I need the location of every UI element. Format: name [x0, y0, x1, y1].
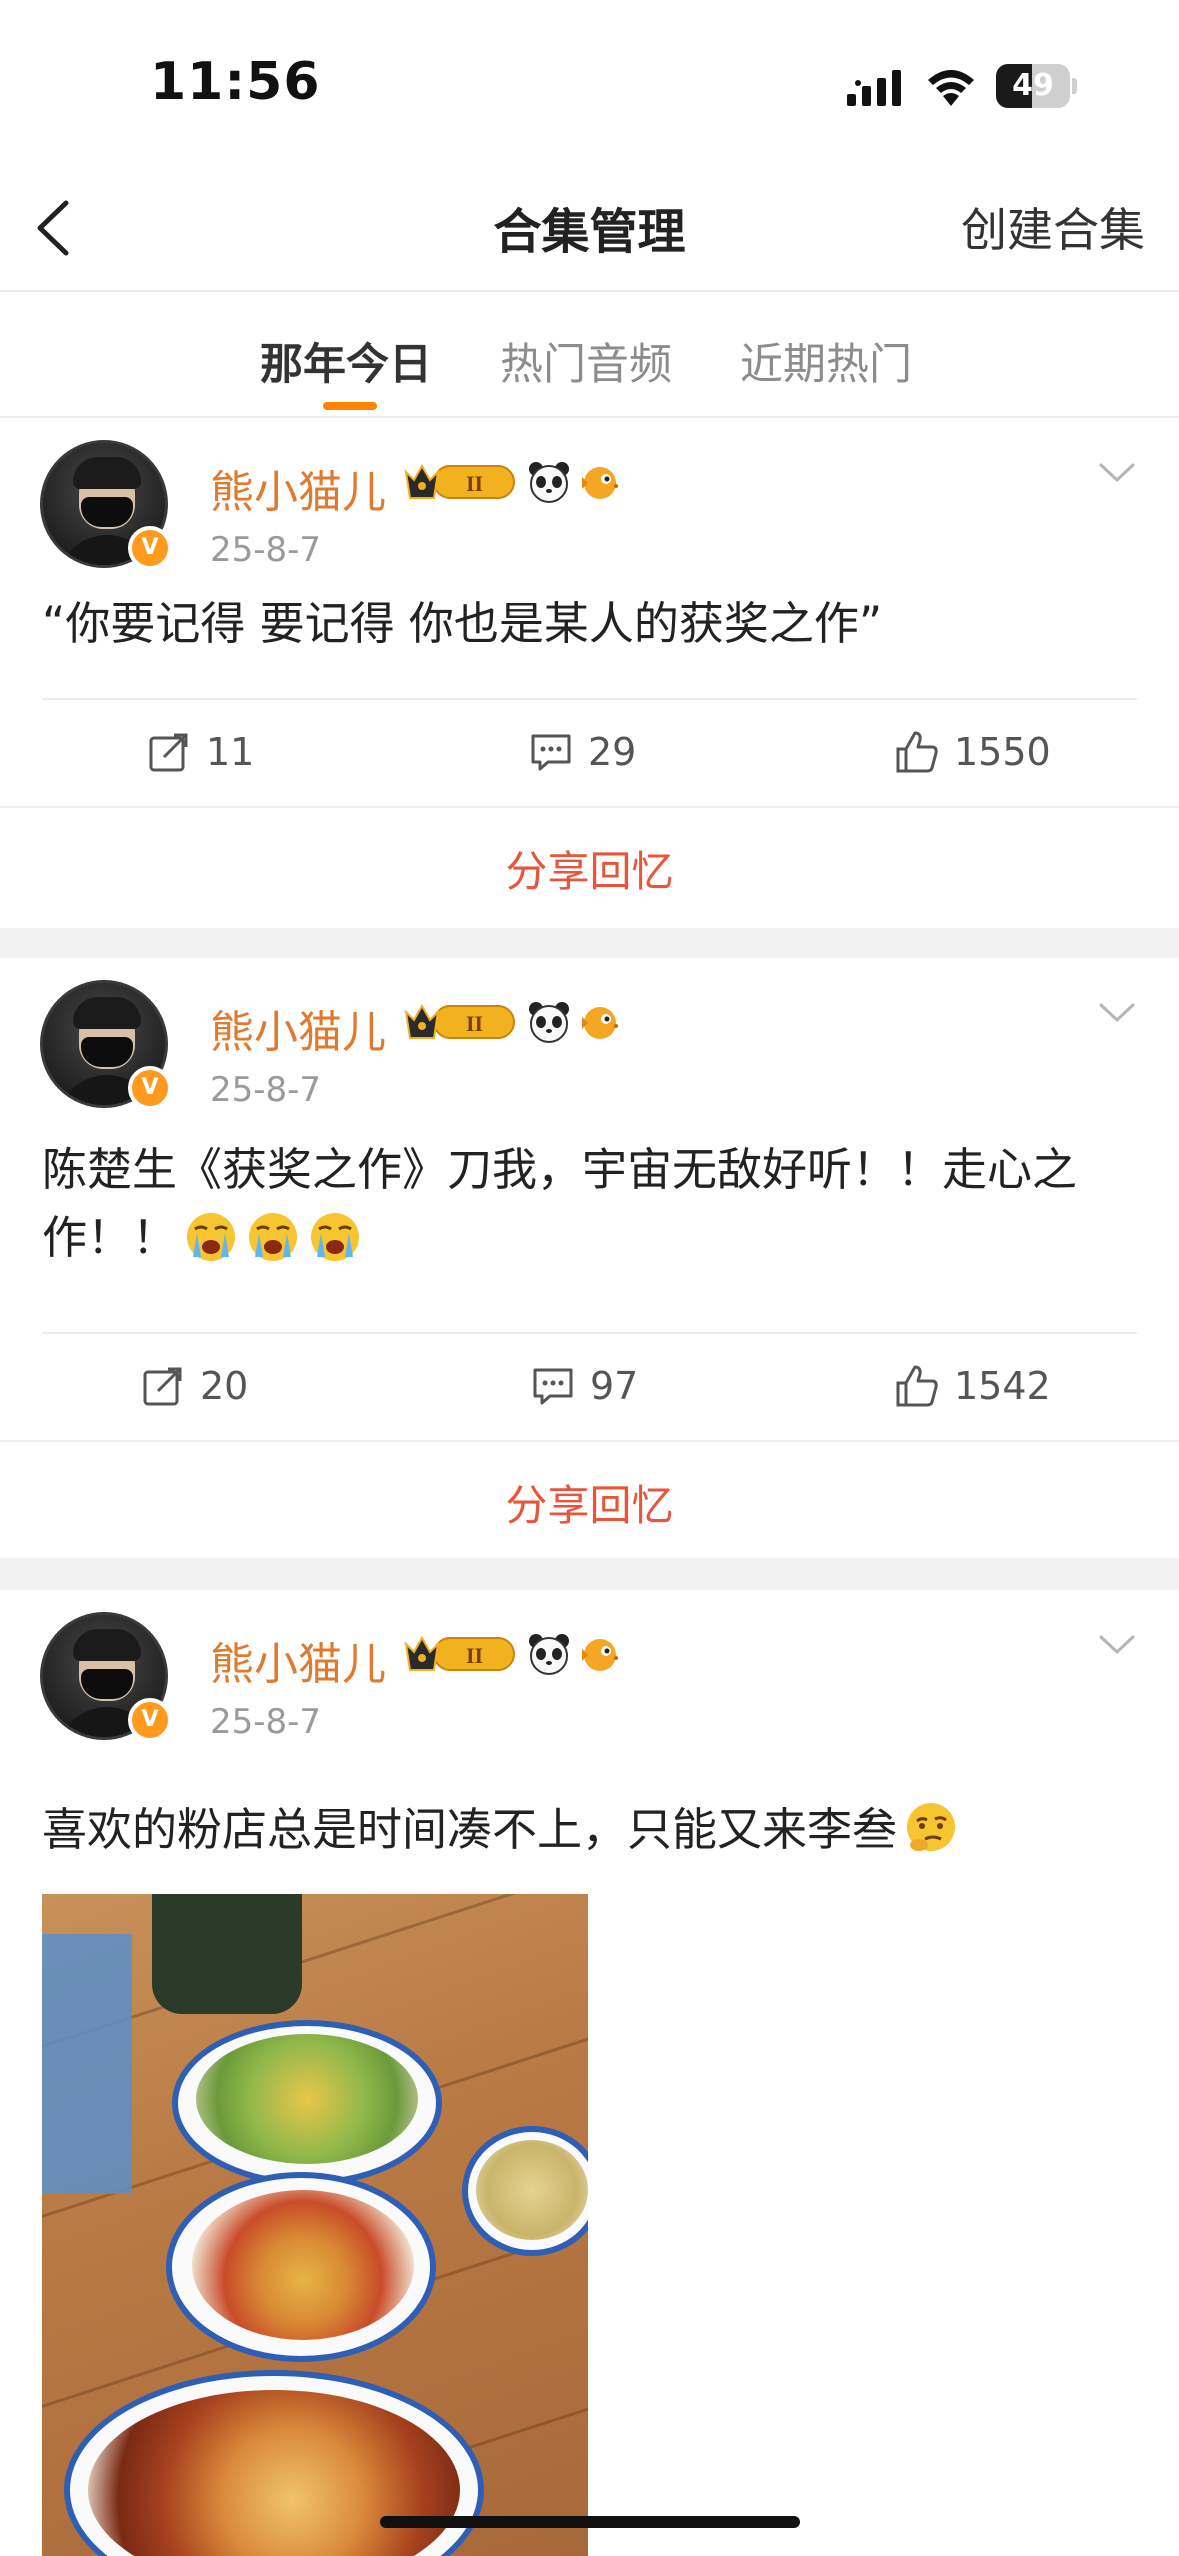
comment-count: 29	[588, 730, 637, 774]
post-card[interactable]: V 熊小猫儿 II 25-8-7 喜欢的粉店总是时间凑不上，只能又来李叁	[0, 1590, 1179, 2556]
svg-text:II: II	[466, 471, 483, 496]
user-badges: II	[404, 998, 624, 1046]
chevron-down-icon[interactable]	[1097, 1632, 1137, 1658]
crying-face-icon	[187, 1213, 236, 1261]
repost-count: 11	[206, 730, 255, 774]
battery-percent: 49	[1012, 68, 1054, 103]
tab-bar: 那年今日 热门音频 近期热门	[0, 294, 1179, 418]
food-photo[interactable]	[42, 1894, 588, 2556]
pufferfish-icon	[582, 1639, 618, 1671]
post-username[interactable]: 熊小猫儿	[210, 456, 386, 520]
crown-vip-badge-icon: II	[404, 463, 515, 499]
like-button[interactable]: 1550	[894, 722, 1051, 782]
post-username[interactable]: 熊小猫儿	[210, 996, 386, 1060]
tab-recent-hot[interactable]: 近期热门	[740, 330, 912, 392]
comment-count: 97	[590, 1364, 639, 1408]
share-memory-button[interactable]: 分享回忆	[0, 1472, 1179, 1533]
nav-bar: 合集管理 创建合集	[0, 150, 1179, 292]
chevron-down-icon[interactable]	[1097, 1000, 1137, 1026]
chevron-down-icon[interactable]	[1097, 460, 1137, 486]
section-gap	[0, 1558, 1179, 1590]
panda-icon	[529, 1634, 569, 1675]
post-card[interactable]: V 熊小猫儿 II 25-8-7 陈楚生《获奖之作》刀我，宇宙无敌好听！！走心之…	[0, 958, 1179, 1558]
chevron-left-icon[interactable]	[30, 195, 80, 261]
battery-icon: 49	[996, 64, 1077, 108]
post-text: 陈楚生《获奖之作》刀我，宇宙无敌好听！！走心之作！！	[42, 1136, 1152, 1272]
thinking-face-icon	[907, 1803, 956, 1851]
comment-button[interactable]: 29	[528, 722, 636, 782]
home-indicator[interactable]	[380, 2516, 800, 2528]
like-button[interactable]: 1542	[894, 1356, 1051, 1416]
thumbs-up-icon	[896, 731, 938, 773]
repost-button[interactable]: 11	[146, 722, 254, 782]
status-time: 11:56	[150, 52, 321, 112]
wifi-icon	[928, 70, 974, 106]
comment-icon	[531, 734, 571, 771]
repost-button[interactable]: 20	[140, 1356, 248, 1416]
post-date: 25-8-7	[210, 1702, 322, 1742]
create-collection-button[interactable]: 创建合集	[961, 194, 1145, 260]
comment-button[interactable]: 97	[530, 1356, 638, 1416]
crying-face-icon	[249, 1213, 298, 1261]
post-text: 喜欢的粉店总是时间凑不上，只能又来李叁	[42, 1796, 1142, 1864]
pufferfish-icon	[582, 1007, 618, 1039]
repost-icon	[143, 1367, 182, 1406]
like-count: 1542	[954, 1364, 1051, 1408]
post-text: “你要记得 要记得 你也是某人的获奖之作”	[42, 597, 883, 650]
post-card[interactable]: V 熊小猫儿 II 25-8-7 “你要记得 要记得 你也是某人的获奖之作” 1…	[0, 418, 1179, 928]
tab-on-this-day[interactable]: 那年今日	[260, 330, 432, 392]
repost-count: 20	[200, 1364, 249, 1408]
thumbs-up-icon	[896, 1365, 938, 1407]
user-badges: II	[404, 1630, 624, 1678]
comment-icon	[533, 1368, 573, 1405]
svg-text:II: II	[466, 1011, 483, 1036]
verified-badge-icon: V	[128, 1698, 172, 1742]
cellular-signal-icon	[847, 70, 901, 106]
share-memory-button[interactable]: 分享回忆	[0, 838, 1179, 899]
panda-icon	[529, 462, 569, 503]
post-username[interactable]: 熊小猫儿	[210, 1628, 386, 1692]
crown-vip-badge-icon: II	[404, 1003, 515, 1039]
repost-icon	[149, 733, 188, 772]
svg-text:II: II	[466, 1643, 483, 1668]
tab-active-indicator	[323, 402, 377, 410]
panda-icon	[529, 1002, 569, 1043]
verified-badge-icon: V	[128, 526, 172, 570]
tab-hot-audio[interactable]: 热门音频	[500, 330, 672, 392]
post-date: 25-8-7	[210, 1070, 322, 1110]
user-badges: II	[404, 458, 624, 506]
crown-vip-badge-icon: II	[404, 1635, 515, 1671]
post-text-content: 喜欢的粉店总是时间凑不上，只能又来李叁	[42, 1803, 898, 1856]
crying-face-icon	[311, 1213, 360, 1261]
post-date: 25-8-7	[210, 530, 322, 570]
status-bar: 11:56 49	[0, 0, 1179, 150]
section-gap	[0, 928, 1179, 958]
pufferfish-icon	[582, 467, 618, 499]
verified-badge-icon: V	[128, 1066, 172, 1110]
like-count: 1550	[954, 730, 1051, 774]
